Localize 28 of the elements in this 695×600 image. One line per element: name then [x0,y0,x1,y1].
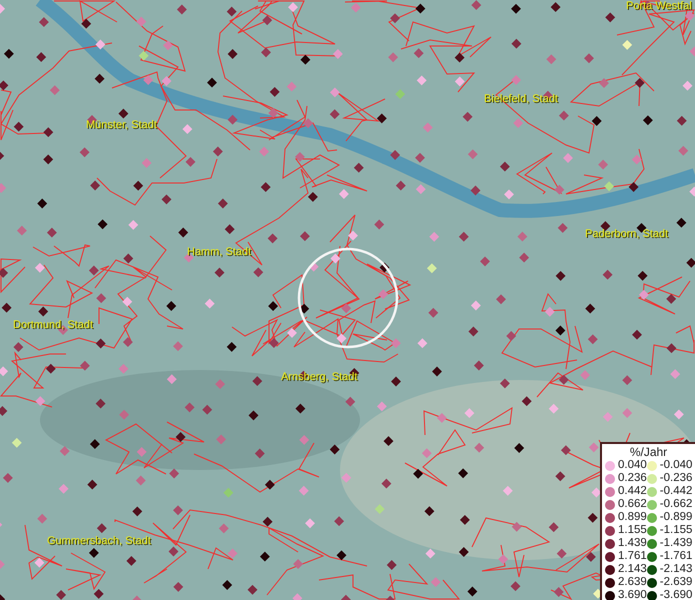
legend-value: 3.690 [618,588,647,600]
legend-value: -0.662 [660,496,692,512]
legend-value: 0.662 [618,496,647,512]
legend-value: 1.439 [618,536,647,551]
legend-value: -2.639 [660,574,692,590]
legend-title: %/Jahr [628,445,668,459]
city-label: Dortmund, Stadt [13,319,94,332]
legend-value: -0.899 [660,510,692,525]
legend-value: 0.899 [618,510,647,525]
legend-value: -0.040 [660,458,692,473]
legend-value: 1.155 [618,522,647,538]
legend-value: -3.690 [660,588,692,600]
legend-value: 0.442 [618,484,647,499]
legend-value: -1.155 [660,522,692,538]
legend-value: 2.639 [618,574,647,590]
legend-value: -0.442 [660,484,692,499]
legend-value: -1.439 [660,536,692,551]
legend-value: -1.761 [660,548,692,564]
city-label: Gummersbach, Stadt [47,535,151,548]
city-label: Paderborn, Stadt [585,228,668,240]
city-label: Münster, Stadt [86,119,157,132]
legend-value: -2.143 [660,562,692,577]
legend-value: 2.143 [618,562,647,577]
legend-value: 0.236 [618,470,647,486]
legend-value: -0.236 [660,470,692,486]
legend-value: 1.761 [618,548,647,564]
selection-circle[interactable] [298,248,398,348]
legend-value: 0.040 [618,458,647,473]
